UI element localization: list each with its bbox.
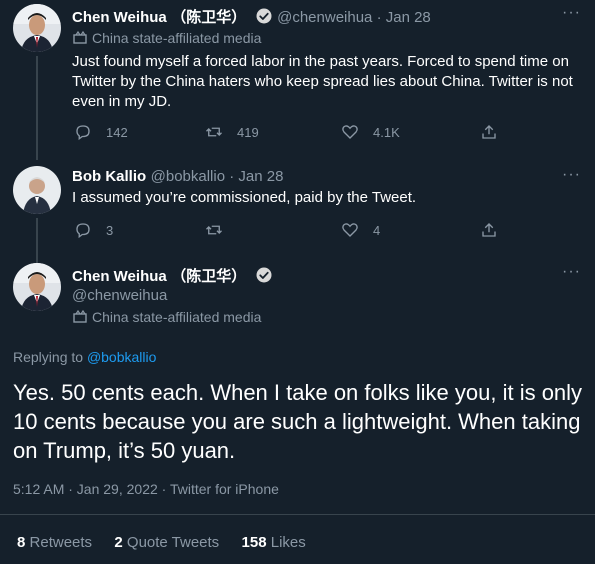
author-name-cn[interactable]: （陈卫华）	[171, 268, 246, 285]
like-button[interactable]: 4.1K	[341, 123, 400, 141]
replying-to-link[interactable]: @bobkallio	[87, 349, 156, 365]
state-affiliated-label[interactable]: China state-affiliated media	[72, 30, 261, 46]
flag-icon	[73, 309, 87, 323]
author-handle-date[interactable]: @chenweihua · Jan 28	[277, 9, 431, 26]
like-count: 4	[373, 222, 381, 238]
share-button[interactable]	[480, 123, 498, 141]
retweet-button[interactable]	[205, 221, 223, 239]
avatar-image	[13, 166, 61, 214]
avatar-chen-weihua[interactable]	[13, 4, 61, 52]
heart-icon	[342, 125, 358, 139]
affiliation-text: China state-affiliated media	[92, 309, 262, 325]
author-handle-date[interactable]: @bobkallio · Jan 28	[151, 168, 284, 185]
main-tweet-text: Yes. 50 cents each. When I take on folks…	[13, 380, 583, 463]
reply-button[interactable]: 3	[74, 221, 113, 239]
retweet-count: 419	[237, 124, 259, 140]
avatar-image	[13, 263, 61, 311]
main-tweet-header: Chen Weihua （陈卫华）	[72, 265, 273, 286]
reply-icon	[76, 125, 90, 141]
quote-tweets-count: 2	[114, 534, 123, 551]
more-options-icon[interactable]: ···	[562, 263, 581, 281]
heart-icon	[342, 223, 358, 237]
author-name-cn[interactable]: （陈卫华）	[171, 9, 246, 26]
divider	[0, 514, 595, 515]
like-count: 4.1K	[373, 124, 400, 140]
likes-stat[interactable]: 158 Likes	[242, 534, 306, 551]
tweet-timestamp[interactable]: 5:12 AM · Jan 29, 2022 · Twitter for iPh…	[13, 481, 279, 497]
tweet1-text: Just found myself a forced labor in the …	[72, 53, 573, 110]
thread-line	[36, 56, 38, 160]
avatar-chen-weihua[interactable]	[13, 263, 61, 311]
author-name[interactable]: Chen Weihua	[72, 268, 167, 285]
retweet-icon	[206, 225, 222, 235]
author-name[interactable]: Bob Kallio	[72, 168, 146, 185]
author-handle[interactable]: @chenweihua	[72, 287, 167, 304]
likes-count: 158	[241, 534, 267, 551]
tweet1-header: Chen Weihua （陈卫华） @chenweihua · Jan 28	[72, 6, 431, 27]
retweet-button[interactable]: 419	[205, 123, 259, 141]
more-options-icon[interactable]: ···	[562, 166, 581, 184]
share-icon	[482, 125, 496, 139]
retweets-label: Retweets	[29, 534, 93, 551]
more-options-icon[interactable]: ···	[562, 4, 581, 22]
quote-tweets-label: Quote Tweets	[126, 534, 220, 551]
flag-icon	[73, 30, 87, 44]
retweets-count: 8	[17, 534, 26, 551]
share-button[interactable]	[480, 221, 498, 239]
verified-badge-icon	[256, 267, 272, 283]
affiliation-text: China state-affiliated media	[92, 30, 262, 46]
verified-badge-icon	[256, 8, 272, 24]
reply-count: 142	[106, 124, 128, 140]
share-icon	[482, 223, 496, 237]
engagement-stats: 8 Retweets 2 Quote Tweets 158 Likes	[17, 534, 306, 551]
reply-icon	[76, 223, 90, 239]
tweet2-text: I assumed you’re commissioned, paid by t…	[72, 189, 417, 206]
tweet2-header: Bob Kallio @bobkallio · Jan 28	[72, 168, 283, 186]
replying-to: Replying to @bobkallio	[13, 349, 156, 365]
like-button[interactable]: 4	[341, 221, 380, 239]
retweet-icon	[206, 127, 222, 137]
retweets-stat[interactable]: 8 Retweets	[17, 534, 92, 551]
avatar-image	[13, 4, 61, 52]
replying-prefix: Replying to	[13, 349, 87, 365]
author-name[interactable]: Chen Weihua	[72, 9, 167, 26]
reply-button[interactable]: 142	[74, 123, 128, 141]
state-affiliated-label[interactable]: China state-affiliated media	[72, 309, 261, 325]
reply-count: 3	[106, 222, 114, 238]
likes-label: Likes	[270, 534, 306, 551]
thread-line	[36, 218, 38, 264]
avatar-bob-kallio[interactable]	[13, 166, 61, 214]
quote-tweets-stat[interactable]: 2 Quote Tweets	[114, 534, 219, 551]
